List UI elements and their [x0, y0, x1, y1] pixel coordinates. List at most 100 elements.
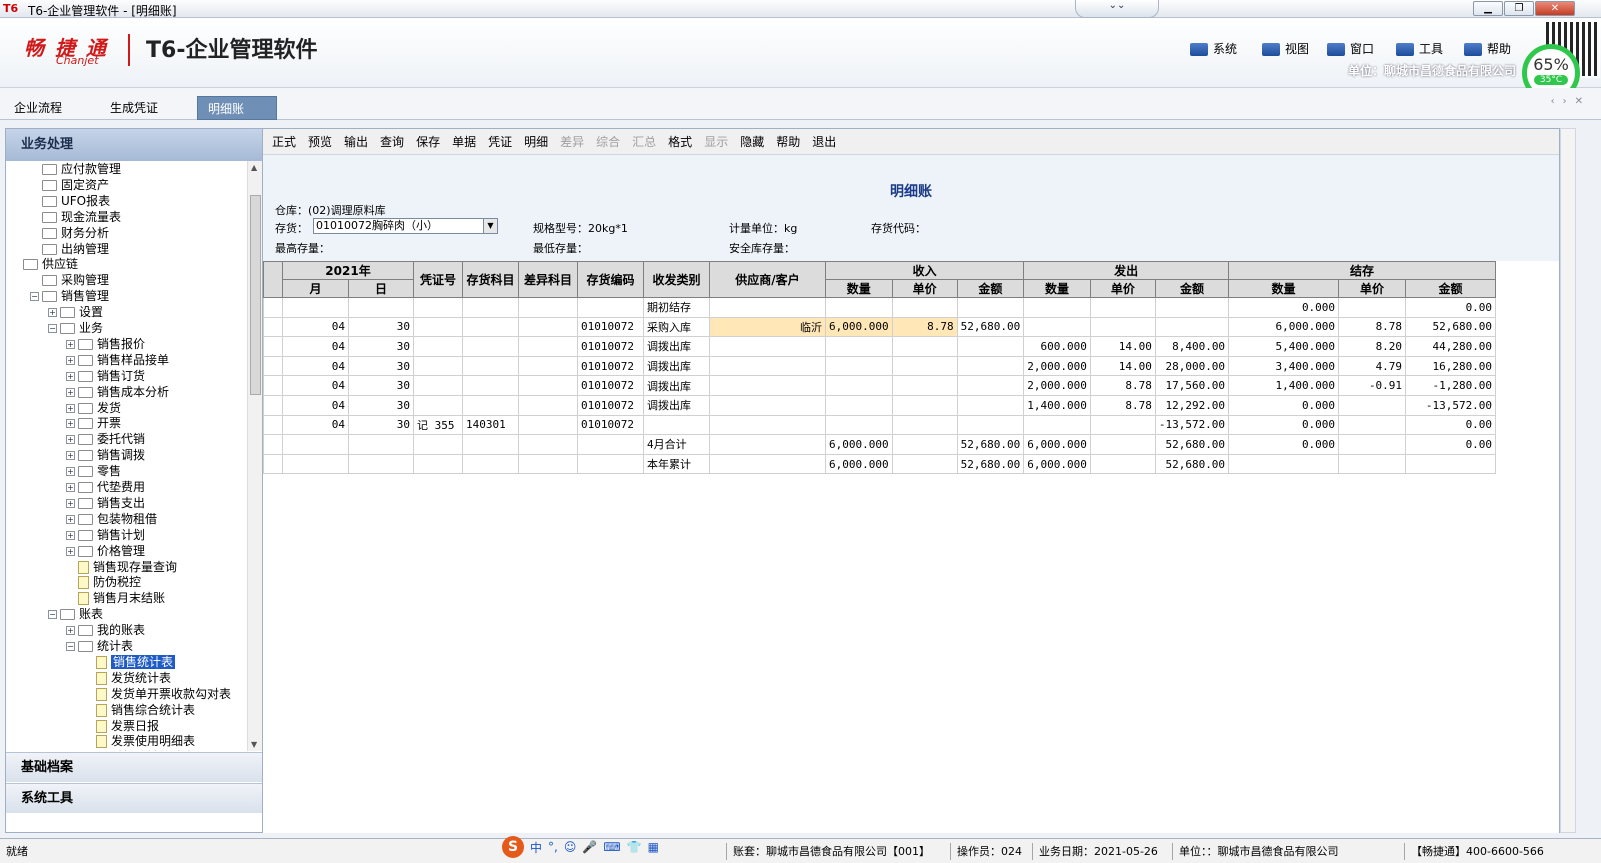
table-cell[interactable]: [1023, 414, 1091, 436]
table-cell[interactable]: 04: [282, 355, 349, 377]
table-cell[interactable]: 16,280.00: [1405, 355, 1497, 377]
table-cell[interactable]: 04: [282, 414, 349, 436]
table-cell[interactable]: [956, 297, 1025, 318]
header-in-qty[interactable]: 数量: [825, 279, 893, 298]
table-cell[interactable]: [282, 453, 349, 475]
tree-node[interactable]: + 销售报价: [66, 336, 145, 352]
table-cell[interactable]: [413, 434, 463, 455]
tree-node[interactable]: + 价格管理: [66, 543, 145, 559]
tab-enterprise-flow[interactable]: 企业流程: [4, 96, 72, 120]
table-cell[interactable]: 52,680.00: [1154, 434, 1230, 455]
table-cell[interactable]: [891, 394, 958, 416]
tree-node[interactable]: 固定资产: [30, 177, 109, 193]
table-cell[interactable]: [709, 414, 826, 436]
table-cell[interactable]: [1228, 453, 1340, 475]
table-cell[interactable]: [891, 297, 958, 318]
table-cell[interactable]: [891, 453, 958, 475]
header-bal-price[interactable]: 单价: [1338, 279, 1407, 298]
header-day[interactable]: 日: [348, 279, 414, 298]
tree-node[interactable]: + 发货: [66, 400, 121, 416]
table-cell[interactable]: [709, 355, 826, 377]
table-cell[interactable]: [825, 336, 893, 357]
table-cell[interactable]: [1405, 453, 1497, 475]
expand-icon[interactable]: +: [66, 403, 75, 413]
table-cell[interactable]: [282, 434, 349, 455]
expand-icon[interactable]: +: [66, 626, 75, 636]
table-cell[interactable]: [518, 355, 578, 377]
table-cell[interactable]: [891, 336, 958, 357]
table-cell[interactable]: [1089, 297, 1156, 318]
table-cell[interactable]: [413, 316, 463, 338]
table-cell[interactable]: [956, 336, 1025, 357]
expand-icon[interactable]: +: [66, 371, 75, 381]
table-cell[interactable]: 04: [282, 336, 349, 357]
table-cell[interactable]: 本年累计: [643, 453, 710, 475]
table-cell[interactable]: [891, 355, 958, 377]
table-cell[interactable]: 30: [348, 316, 414, 338]
table-cell[interactable]: [518, 375, 578, 396]
table-cell[interactable]: 140301: [462, 414, 519, 436]
header-inv-subject[interactable]: 存货科目: [462, 261, 519, 298]
table-cell[interactable]: 30: [348, 375, 414, 396]
tree-node[interactable]: + 销售计划: [66, 527, 145, 543]
table-cell[interactable]: 01010072: [577, 394, 644, 416]
tab-generate-voucher[interactable]: 生成凭证: [100, 96, 168, 120]
table-cell[interactable]: [956, 355, 1025, 377]
header-in-amount[interactable]: 金额: [956, 279, 1025, 298]
table-row[interactable]: 04 30 01010072 采购入库 临沂 6,000.000 8.78 52,680.00…: [263, 316, 1497, 338]
tree-node[interactable]: + 销售支出: [66, 495, 145, 511]
header-month[interactable]: 月: [282, 279, 349, 298]
toolbar-button[interactable]: 保存: [410, 129, 446, 155]
menu-help[interactable]: 帮助: [1464, 40, 1511, 57]
ime-tool-icon[interactable]: 👕: [627, 840, 642, 854]
collapse-icon[interactable]: −: [48, 324, 57, 333]
tree-node[interactable]: 应付款管理: [30, 161, 121, 177]
table-cell[interactable]: [577, 297, 644, 318]
table-cell[interactable]: [518, 297, 578, 318]
sogou-ime-icon[interactable]: S: [502, 836, 524, 858]
table-cell[interactable]: [462, 355, 519, 377]
tree-node[interactable]: + 销售样品接单: [66, 352, 169, 368]
table-cell[interactable]: 600.000: [1023, 336, 1091, 357]
tree-node[interactable]: + 包装物租借: [66, 511, 157, 527]
table-cell[interactable]: [709, 394, 826, 416]
tree-node[interactable]: 发票使用明细表: [84, 733, 195, 749]
report-scrollbar[interactable]: [1560, 128, 1576, 833]
ime-tool-icon[interactable]: ☺: [564, 840, 577, 854]
tree-node[interactable]: + 销售成本分析: [66, 384, 169, 400]
table-row[interactable]: 04 30 01010072 调拨出库 2,000.000 14.00 28,000.00 3…: [263, 355, 1497, 377]
toolbar-button[interactable]: 输出: [338, 129, 374, 155]
tree-node[interactable]: 销售综合统计表: [84, 702, 195, 718]
table-cell[interactable]: [577, 453, 644, 475]
ime-tool-icon[interactable]: °,: [548, 840, 558, 854]
tree-node[interactable]: − 业务: [48, 320, 103, 336]
toolbar-button[interactable]: 凭证: [482, 129, 518, 155]
table-cell[interactable]: [1338, 414, 1407, 436]
expand-icon[interactable]: +: [66, 451, 75, 461]
table-cell[interactable]: 1,400.000: [1023, 394, 1091, 416]
table-row[interactable]: 4月合计 6,000.000 52,680.00 6,000.000 52,680.00…: [263, 434, 1497, 455]
header-out-amount[interactable]: 金额: [1154, 279, 1230, 298]
table-row[interactable]: 04 30 01010072 调拨出库 2,000.000 8.78 17,560.00 1,…: [263, 375, 1497, 396]
table-cell[interactable]: 04: [282, 316, 349, 338]
table-cell[interactable]: [282, 297, 349, 318]
tree-node[interactable]: + 零售: [66, 463, 121, 479]
scroll-thumb[interactable]: [250, 195, 261, 395]
table-cell[interactable]: [518, 414, 578, 436]
tree-node[interactable]: + 开票: [66, 415, 121, 431]
table-cell[interactable]: 采购入库: [643, 316, 710, 338]
table-cell[interactable]: 8.78: [891, 316, 958, 338]
tree-node[interactable]: + 委托代销: [66, 431, 145, 447]
table-cell[interactable]: 04: [282, 394, 349, 416]
table-cell[interactable]: [1338, 394, 1407, 416]
panel-header-business[interactable]: 业务处理: [6, 129, 262, 161]
table-cell[interactable]: 30: [348, 336, 414, 357]
header-out-qty[interactable]: 数量: [1023, 279, 1091, 298]
toolbar-button[interactable]: 格式: [662, 129, 698, 155]
expand-icon[interactable]: +: [66, 355, 75, 365]
table-row[interactable]: 04 30 01010072 调拨出库 600.000 14.00 8,400.00 5,40…: [263, 336, 1497, 357]
toolbar-button[interactable]: 退出: [806, 129, 842, 155]
table-cell[interactable]: [825, 355, 893, 377]
tree-node[interactable]: 防伪税控: [66, 574, 141, 590]
expand-icon[interactable]: +: [66, 387, 75, 397]
